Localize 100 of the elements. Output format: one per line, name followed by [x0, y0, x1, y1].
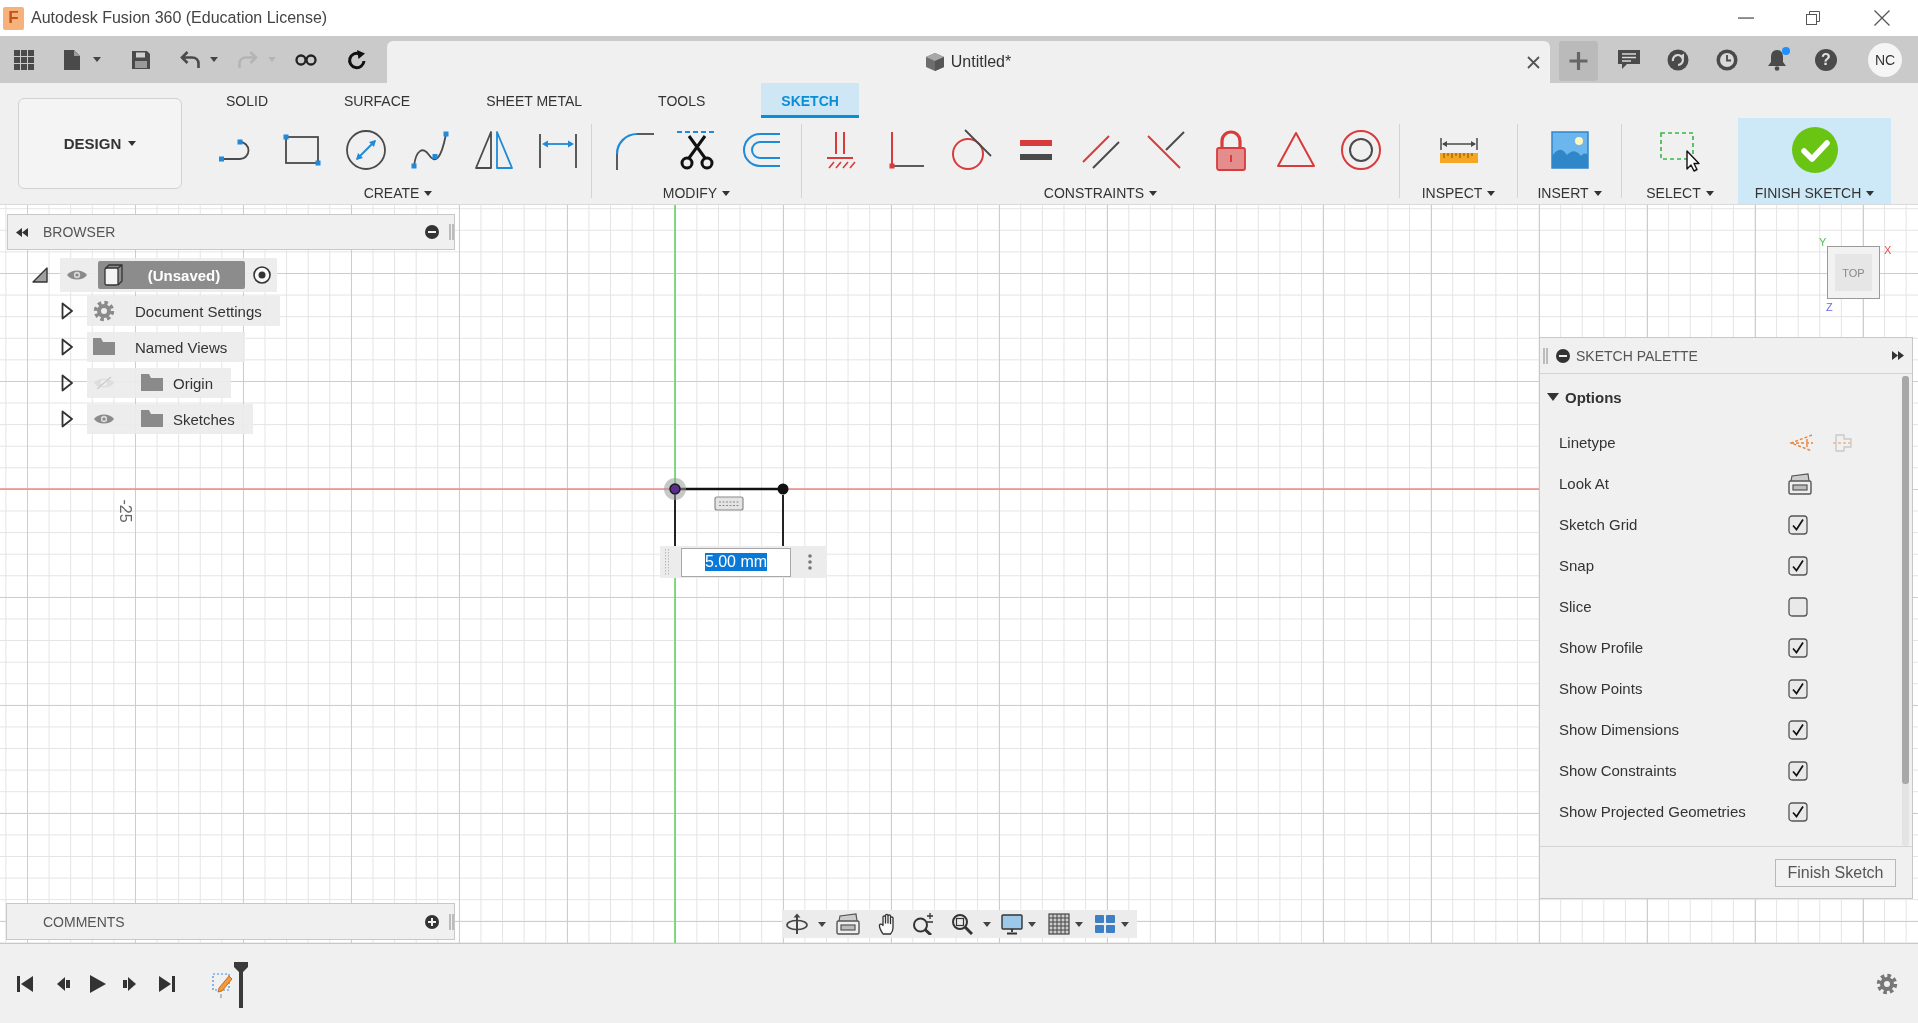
caret-icon[interactable]	[1866, 190, 1875, 196]
close-icon[interactable]	[1874, 10, 1890, 26]
group-menu-button[interactable]: CONSTRAINTS	[1043, 185, 1158, 201]
playhead-marker-icon[interactable]	[234, 962, 248, 1008]
eye-icon[interactable]	[93, 412, 115, 426]
look-at-icon[interactable]	[836, 913, 860, 935]
caret-icon[interactable]	[983, 921, 991, 927]
close-icon[interactable]	[1527, 55, 1540, 69]
skip-to-start-icon[interactable]	[16, 973, 34, 994]
caret-icon[interactable]	[1705, 190, 1714, 196]
save-icon[interactable]	[132, 50, 150, 69]
help-button[interactable]: ?	[1815, 48, 1837, 71]
caret-icon[interactable]	[1028, 921, 1036, 927]
section-header[interactable]: Options	[1540, 382, 1747, 412]
checkbox[interactable]	[1788, 637, 1808, 658]
toolbar-tab[interactable]: TOOLS	[638, 83, 726, 118]
bell-icon[interactable]	[1767, 48, 1787, 71]
linked-rings-icon[interactable]	[295, 53, 317, 66]
restore-icon[interactable]	[1806, 11, 1820, 25]
clock-icon[interactable]	[1716, 48, 1738, 71]
apps-grid-icon[interactable]	[14, 49, 34, 70]
dimension-input[interactable]: 5.00 mm	[681, 547, 791, 577]
expand-triangle-icon[interactable]	[61, 302, 73, 320]
caret-icon[interactable]	[1075, 921, 1083, 927]
expand-triangle-icon[interactable]	[61, 410, 73, 428]
caret-icon[interactable]	[1593, 190, 1602, 196]
caret-icon[interactable]	[722, 190, 731, 196]
caret-icon[interactable]	[818, 921, 826, 927]
group-menu-button[interactable]: FINISH SKETCH	[1754, 185, 1875, 201]
play-icon[interactable]	[87, 973, 107, 994]
expand-triangle-icon[interactable]	[61, 338, 73, 356]
tree-item[interactable]: Named Views	[87, 332, 246, 362]
file-icon[interactable]	[64, 49, 80, 70]
undo-icon[interactable]	[180, 50, 200, 69]
mirror-icon[interactable]	[472, 128, 516, 172]
checkmark-icon[interactable]	[1790, 126, 1839, 174]
box-icon	[104, 264, 123, 286]
double-arrow-icon[interactable]	[1892, 351, 1904, 360]
user-avatar[interactable]: NC	[1868, 42, 1902, 77]
caret-icon[interactable]	[1487, 190, 1496, 196]
double-arrow-icon[interactable]	[16, 227, 28, 237]
checkbox[interactable]	[1788, 719, 1808, 740]
skip-to-end-icon[interactable]	[158, 973, 176, 994]
toolbar-tab[interactable]: SHEET METAL	[466, 83, 603, 118]
eye-icon[interactable]	[66, 268, 88, 282]
toolbar-tab[interactable]: SURFACE	[324, 83, 431, 118]
tree-item[interactable]: Sketches	[87, 404, 253, 434]
hand-icon[interactable]	[878, 913, 895, 935]
document-tab[interactable]: Untitled*	[387, 41, 1550, 83]
caret-icon[interactable]	[128, 141, 137, 146]
orbit-icon[interactable]	[786, 913, 808, 935]
gear-icon	[93, 300, 115, 322]
radio-button-icon[interactable]	[253, 266, 271, 284]
checkbox[interactable]	[1788, 596, 1808, 617]
panel-title: COMMENTS	[43, 913, 125, 930]
viewports-icon[interactable]	[1094, 914, 1116, 934]
plus-icon[interactable]	[1559, 41, 1598, 81]
finish-sketch-button[interactable]: Finish Sketch	[1775, 858, 1896, 887]
grip-icon[interactable]	[449, 224, 454, 240]
plus-circle-icon[interactable]	[425, 914, 439, 929]
checkbox[interactable]	[1788, 801, 1808, 822]
toolbar-tab[interactable]: SOLID	[206, 83, 288, 118]
minus-circle-icon[interactable]	[425, 225, 439, 239]
caret-icon[interactable]	[210, 57, 218, 62]
workspace-menu-button[interactable]: DESIGN	[18, 98, 182, 189]
expand-triangle-icon[interactable]	[32, 267, 48, 283]
tree-item[interactable]: Document Settings	[87, 296, 280, 326]
grip-icon[interactable]	[664, 549, 670, 575]
group-menu-button[interactable]: CREATE	[363, 185, 433, 201]
caret-icon[interactable]	[1149, 190, 1158, 196]
settings-icon[interactable]	[1876, 972, 1898, 995]
concentric-circles-icon[interactable]	[1338, 128, 1383, 172]
caret-icon[interactable]	[1121, 921, 1129, 927]
checkbox[interactable]	[1788, 555, 1808, 576]
option-label: Sketch Grid	[1559, 516, 1639, 533]
more-options-icon[interactable]	[808, 554, 812, 570]
group-menu-button[interactable]: INSPECT	[1421, 185, 1496, 201]
checkbox[interactable]	[1788, 514, 1808, 535]
group-menu-button[interactable]: SELECT	[1646, 185, 1714, 201]
checkbox[interactable]	[1788, 760, 1808, 781]
expand-triangle-icon[interactable]	[61, 374, 73, 392]
zoom-window-icon[interactable]	[951, 913, 973, 935]
look-at-icon[interactable]	[1788, 472, 1812, 495]
group-menu-button[interactable]: MODIFY	[662, 185, 731, 201]
grip-icon[interactable]	[449, 913, 454, 930]
checkbox[interactable]	[1788, 678, 1808, 699]
tree-item[interactable]: Origin	[87, 368, 231, 398]
zoom-icon[interactable]	[912, 913, 934, 935]
monitor-icon[interactable]	[1001, 913, 1023, 935]
caret-icon[interactable]	[93, 57, 101, 62]
caret-icon[interactable]	[424, 190, 433, 196]
circle-icon[interactable]	[344, 128, 388, 172]
section-triangle-icon[interactable]	[1547, 393, 1559, 401]
grip-icon[interactable]	[1543, 347, 1548, 364]
grid-icon[interactable]	[1048, 913, 1070, 935]
minus-circle-icon[interactable]	[1556, 348, 1570, 363]
group-menu-button[interactable]: INSERT	[1537, 185, 1602, 201]
folder-icon	[141, 410, 163, 428]
refresh-icon[interactable]	[347, 49, 367, 70]
speech-bubble-icon[interactable]	[1618, 49, 1640, 70]
